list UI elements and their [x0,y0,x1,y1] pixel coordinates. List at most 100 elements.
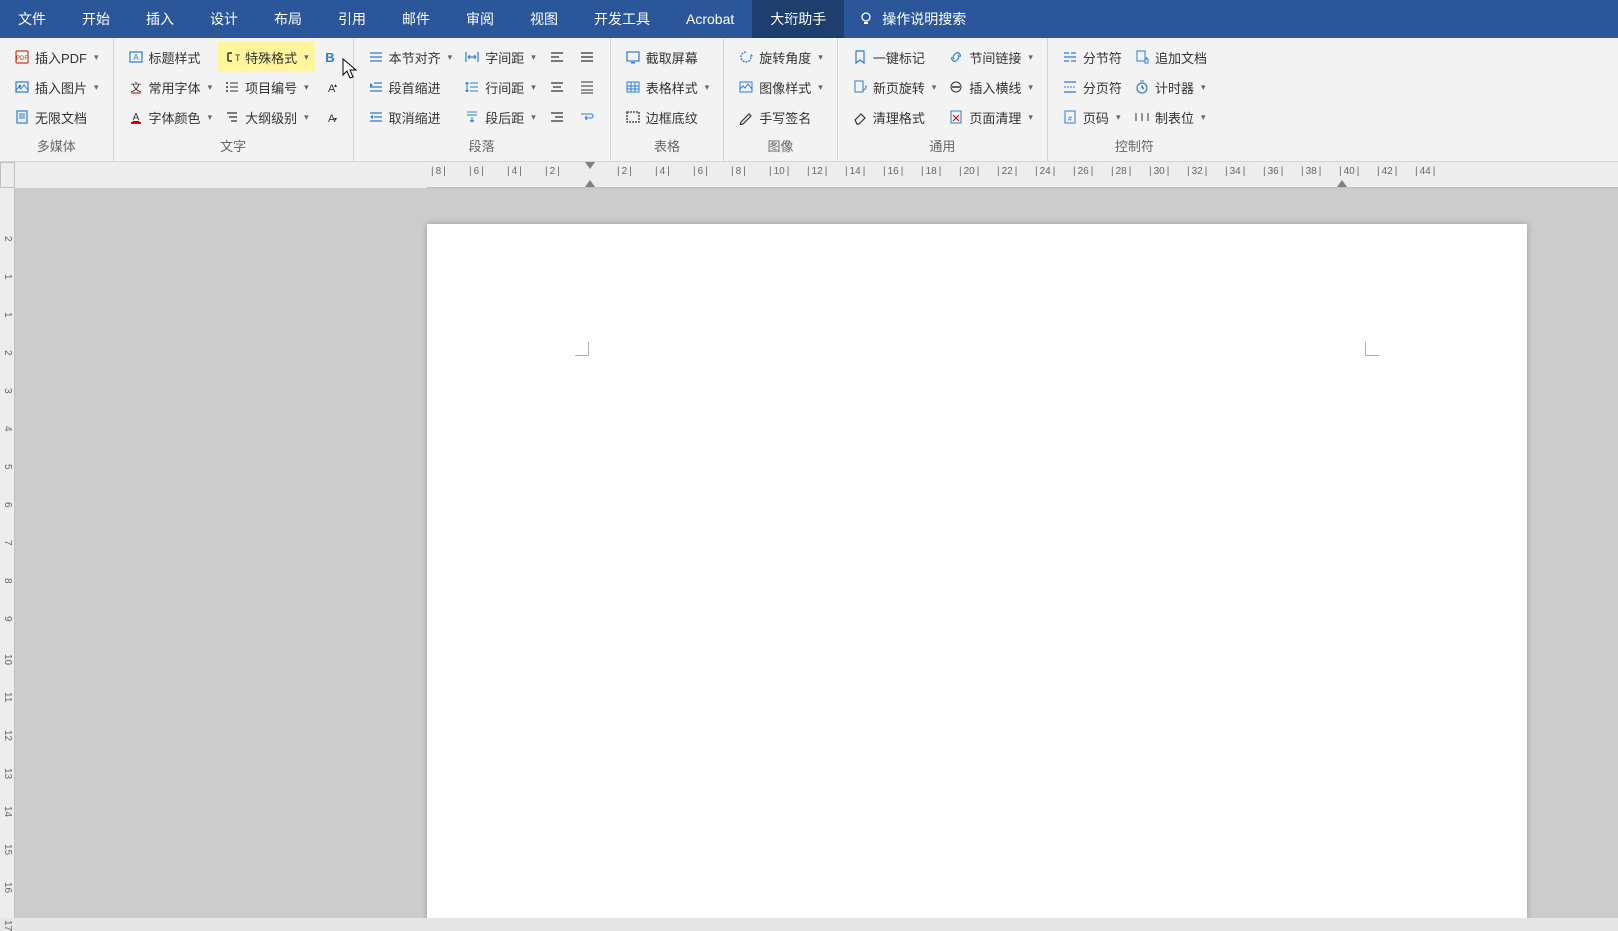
ribbon-group-text: A 标题样式 文 常用字体▾ A 字体颜色▾ T 特殊格式▾ [114,38,354,161]
menu-file[interactable]: 文件 [0,0,64,38]
capture-screen-button[interactable]: 截取屏幕 [619,42,716,72]
section-align-label: 本节对齐 [389,48,441,67]
menu-view[interactable]: 视图 [512,0,576,38]
tab-stop-button[interactable]: 制表位▾ [1128,102,1213,132]
char-spacing-button[interactable]: 字间距▾ [458,42,542,72]
menu-layout[interactable]: 布局 [256,0,320,38]
insert-hline-button[interactable]: 插入横线▾ [942,72,1039,102]
document-icon [14,109,30,125]
align-left-small-button[interactable] [542,42,572,72]
ruler-v-tick: 8 [2,578,13,584]
align-right-small-button[interactable] [542,102,572,132]
new-page-rotate-button[interactable]: 新页旋转▾ [846,72,943,102]
ribbon-group-controls: 分节符 分页符 # 页码▾ 追加文档 计时器▾ [1048,38,1221,161]
insert-hline-label: 插入横线 [969,78,1021,97]
capture-screen-label: 截取屏幕 [646,48,698,67]
ruler-v-tick: 5 [2,464,13,470]
outline-level-button[interactable]: 大纲级别▾ [218,102,315,132]
table-style-button[interactable]: 表格样式▾ [619,72,716,102]
ruler-v-tick: 11 [2,692,13,702]
title-style-button[interactable]: A 标题样式 [122,42,219,72]
clear-format-label: 清理格式 [873,108,925,127]
ruler-h-tick: 8 [731,166,746,177]
common-font-button[interactable]: 文 常用字体▾ [122,72,219,102]
ruler-v-tick: 12 [2,730,13,741]
border-shading-label: 边框底纹 [646,108,698,127]
page-number-button[interactable]: # 页码▾ [1056,102,1128,132]
border-shading-button[interactable]: 边框底纹 [619,102,716,132]
menu-developer[interactable]: 开发工具 [576,0,668,38]
menu-mailings[interactable]: 邮件 [384,0,448,38]
append-doc-button[interactable]: 追加文档 [1128,42,1213,72]
svg-text:B: B [325,50,334,65]
page-cleanup-button[interactable]: 页面清理▾ [942,102,1039,132]
timer-label: 计时器 [1155,78,1194,97]
ruler-h-tick: 38 [1301,166,1321,177]
timer-button[interactable]: 计时器▾ [1128,72,1213,102]
first-line-indent-marker[interactable] [585,162,595,169]
table-icon [625,79,641,95]
menu-insert[interactable]: 插入 [128,0,192,38]
insert-pdf-button[interactable]: PDF 插入PDF▾ [8,42,105,72]
increase-font-button[interactable]: A▴ [315,72,345,102]
append-doc-label: 追加文档 [1155,48,1207,67]
space-after-button[interactable]: 段后距▾ [458,102,542,132]
infinite-doc-button[interactable]: 无限文档 [8,102,105,132]
section-link-button[interactable]: 节间链接▾ [942,42,1039,72]
page-break-button[interactable]: 分页符 [1056,72,1128,102]
right-indent-marker[interactable] [1337,180,1347,187]
ruler-h-tick: 24 [1035,166,1055,177]
append-doc-icon [1134,49,1150,65]
ruler-v-tick: 1 [2,312,13,318]
ruler-h-tick: 2 [617,166,632,177]
menu-design[interactable]: 设计 [192,0,256,38]
cancel-indent-button[interactable]: 取消缩进 [362,102,459,132]
clear-format-button[interactable]: 清理格式 [846,102,943,132]
line-spacing-icon [464,79,480,95]
eraser-icon [852,109,868,125]
wrap-button[interactable] [572,102,602,132]
decrease-font-button[interactable]: A▾ [315,102,345,132]
page-number-icon: # [1062,109,1078,125]
hanging-indent-marker[interactable] [585,180,595,187]
menu-references[interactable]: 引用 [320,0,384,38]
document-page[interactable] [427,224,1527,918]
one-click-mark-button[interactable]: 一键标记 [846,42,943,72]
align-center-small-button[interactable] [542,72,572,102]
wrap-icon [579,109,595,125]
menu-daheng-assistant[interactable]: 大珩助手 [752,0,844,38]
vertical-ruler[interactable]: 211234567891011121314151617 [0,188,15,918]
menu-acrobat[interactable]: Acrobat [668,0,752,38]
section-align-button[interactable]: 本节对齐▾ [362,42,459,72]
rotate-angle-button[interactable]: 旋转角度▾ [732,42,829,72]
page-break-label: 分页符 [1083,78,1122,97]
ruler-h-tick: 22 [997,166,1017,177]
section-break-button[interactable]: 分节符 [1056,42,1128,72]
image-style-button[interactable]: 图像样式▾ [732,72,829,102]
group-label-general: 通用 [846,132,1039,161]
indent-icon [368,79,384,95]
document-canvas[interactable] [15,188,1618,918]
line-spacing-button[interactable]: 行间距▾ [458,72,542,102]
page-margin-corner-tl [575,342,589,356]
ruler-h-tick: 14 [845,166,865,177]
border-icon [625,109,641,125]
svg-text:文: 文 [130,80,141,94]
first-indent-button[interactable]: 段首缩进 [362,72,459,102]
distribute-icon [579,79,595,95]
horizontal-ruler[interactable]: 8642246810121416182022242628303234363840… [427,162,1618,188]
font-color-button[interactable]: A 字体颜色▾ [122,102,219,132]
special-format-button[interactable]: T 特殊格式▾ [218,42,315,72]
section-break-label: 分节符 [1083,48,1122,67]
item-number-button[interactable]: 项目编号▾ [218,72,315,102]
ruler-corner[interactable] [0,162,15,188]
menu-home[interactable]: 开始 [64,0,128,38]
distribute-button[interactable] [572,72,602,102]
insert-image-button[interactable]: 插入图片▾ [8,72,105,102]
handwrite-sign-button[interactable]: 手写签名 [732,102,829,132]
bold-button[interactable]: B [315,42,345,72]
tell-me-search[interactable]: 操作说明搜索 [844,9,980,29]
justify-button[interactable] [572,42,602,72]
ruler-h-tick: 26 [1073,166,1093,177]
menu-review[interactable]: 审阅 [448,0,512,38]
